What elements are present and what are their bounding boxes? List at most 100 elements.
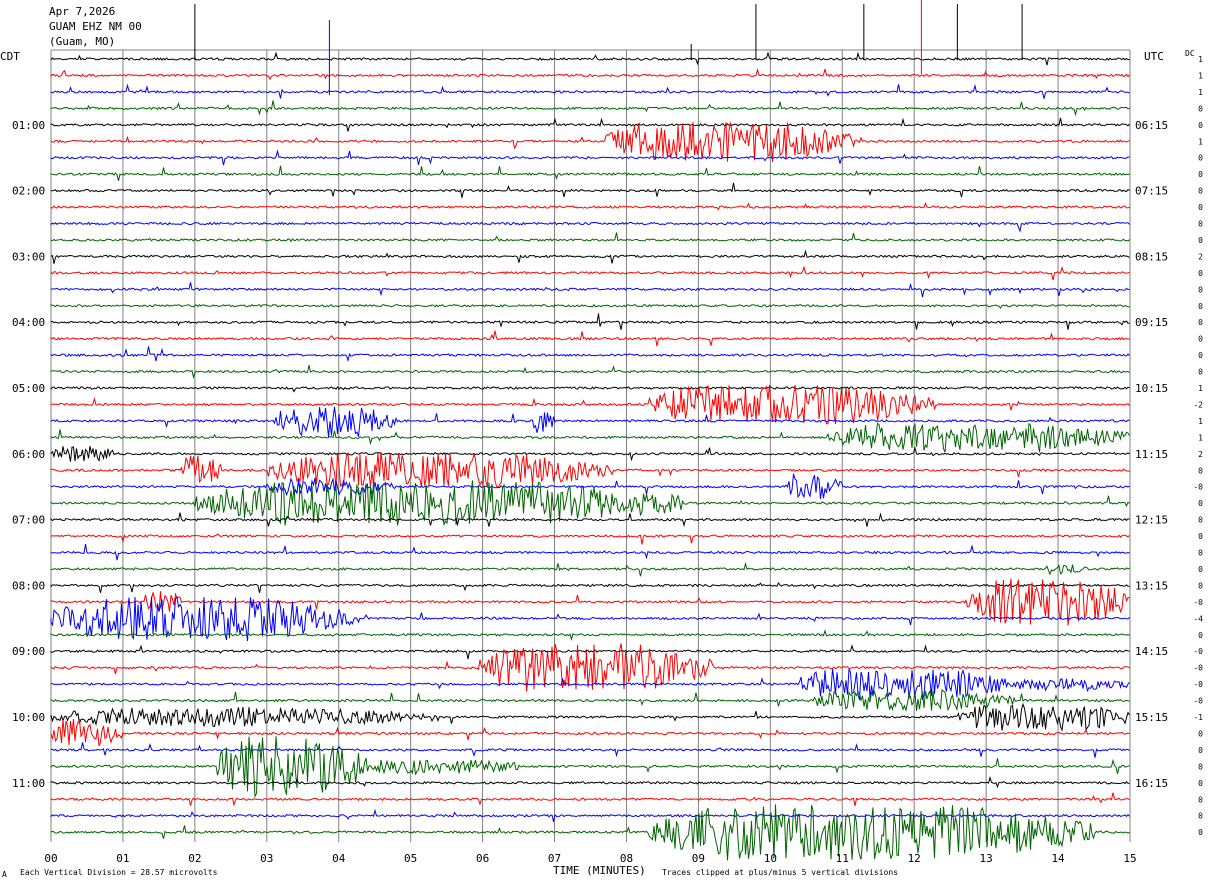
dc-offset-labels: 1 1 1 0 0 1 0 0 0 0 0 0 2 0 0 0 0 0 0 0 1 -2 1 1 2 0 -0 0 0 0 0 0 0 -0 -4 0…	[1193, 55, 1203, 837]
left-hour-label: 08:00	[12, 579, 45, 592]
left-hour-label: 09:00	[12, 645, 45, 658]
right-timezone-label: UTC	[1144, 50, 1164, 63]
x-axis-label: TIME (MINUTES)	[553, 864, 646, 877]
trace-blue	[50, 742, 1130, 758]
trace-blue	[50, 282, 1130, 298]
header: Apr 7,2026 GUAM EHZ NM 00 (Guam, MO)	[49, 5, 142, 48]
dc-offset-value: -0	[1193, 598, 1203, 607]
dc-offset-value: 0	[1198, 351, 1203, 360]
left-hour-labels: 01:00 02:00 03:00 04:00 05:00 06:00 07:00 08:00…	[12, 119, 45, 790]
right-hour-label: 06:15	[1135, 119, 1168, 132]
trace-black	[50, 512, 1130, 528]
left-hour-label: 01:00	[12, 119, 45, 132]
dc-offset-value: 2	[1198, 252, 1203, 261]
dc-offset-value: 0	[1198, 220, 1203, 229]
trace-red	[50, 533, 1130, 545]
dc-offset-value: 1	[1198, 433, 1203, 442]
dc-offset-value: 0	[1198, 269, 1203, 278]
seismic-traces	[50, 51, 1130, 861]
dc-offset-value: 1	[1198, 384, 1203, 393]
left-hour-label: 06:00	[12, 448, 45, 461]
dc-offset-value: 0	[1198, 154, 1203, 163]
trace-green	[50, 303, 1130, 310]
dc-offset-value: 0	[1198, 203, 1203, 212]
dc-offset-value: 1	[1198, 417, 1203, 426]
dc-offset-value: 0	[1198, 318, 1203, 327]
dc-offset-value: -0	[1193, 680, 1203, 689]
dc-offset-value: 0	[1198, 828, 1203, 837]
dc-offset-value: 2	[1198, 450, 1203, 459]
trace-blue	[50, 149, 1130, 166]
dc-offset-value: 0	[1198, 565, 1203, 574]
dc-offset-value: -0	[1193, 647, 1203, 656]
trace-blue	[50, 407, 1130, 437]
left-hour-label: 11:00	[12, 777, 45, 790]
right-hour-label: 12:15	[1135, 514, 1168, 527]
dc-offset-value: 0	[1198, 762, 1203, 771]
trace-black	[50, 182, 1130, 198]
right-hour-label: 13:15	[1135, 579, 1168, 592]
trace-red	[50, 265, 1130, 281]
right-hour-label: 07:15	[1135, 185, 1168, 198]
dc-offset-value: 0	[1198, 285, 1203, 294]
trace-green	[50, 804, 1130, 861]
x-tick-label: 03	[260, 852, 273, 865]
x-tick-label: 05	[404, 852, 417, 865]
left-hour-label: 07:00	[12, 514, 45, 527]
dc-offset-value: 0	[1198, 581, 1203, 590]
dc-offset-value: 0	[1198, 795, 1203, 804]
trace-red	[50, 451, 1130, 489]
trace-black	[50, 644, 1130, 660]
footer-corner-mark: A	[2, 870, 7, 879]
trace-green	[50, 629, 1130, 642]
right-hour-label: 11:15	[1135, 448, 1168, 461]
trace-black	[50, 51, 1130, 66]
dc-offset-value: 0	[1198, 549, 1203, 558]
trace-black	[50, 445, 1130, 462]
right-hour-labels: 06:15 07:15 08:15 09:15 10:15 11:15 12:15 13:15…	[1135, 119, 1168, 790]
trace-green	[50, 100, 1130, 117]
trace-red	[50, 67, 1130, 81]
clipped-spikes	[194, 0, 1023, 95]
x-tick-label: 14	[1051, 852, 1065, 865]
trace-black	[50, 313, 1130, 330]
dc-offset-value: 0	[1198, 499, 1203, 508]
header-date: Apr 7,2026	[49, 5, 115, 18]
dc-offset-value: 0	[1198, 368, 1203, 377]
dc-offset-value: 1	[1198, 55, 1203, 64]
right-hour-label: 08:15	[1135, 250, 1168, 263]
trace-black	[50, 582, 1130, 593]
header-station: GUAM EHZ NM 00	[49, 20, 142, 33]
dc-offset-value: -1	[1193, 713, 1203, 722]
x-tick-label: 13	[980, 852, 993, 865]
x-tick-label: 06	[476, 852, 489, 865]
dc-offset-value: -0	[1193, 697, 1203, 706]
trace-black	[50, 775, 1130, 789]
right-hour-label: 14:15	[1135, 645, 1168, 658]
right-hour-label: 16:15	[1135, 777, 1168, 790]
dc-offset-value: 1	[1198, 88, 1203, 97]
dc-offset-value: 1	[1198, 71, 1203, 80]
dc-offset-value: -0	[1193, 664, 1203, 673]
trace-black	[50, 386, 1130, 393]
dc-offset-value: 0	[1198, 121, 1203, 130]
x-tick-label: 02	[188, 852, 201, 865]
dc-offset-value: 0	[1198, 631, 1203, 640]
dc-offset-value: 0	[1198, 302, 1203, 311]
dc-offset-value: 0	[1198, 746, 1203, 755]
left-hour-label: 04:00	[12, 316, 45, 329]
trace-green	[50, 165, 1130, 182]
x-tick-label: 04	[332, 852, 346, 865]
left-hour-label: 10:00	[12, 711, 45, 724]
dc-offset-value: 0	[1198, 170, 1203, 179]
trace-green	[50, 364, 1130, 380]
dc-offset-value: 0	[1198, 812, 1203, 821]
left-hour-label: 05:00	[12, 382, 45, 395]
right-hour-label: 09:15	[1135, 316, 1168, 329]
trace-blue	[50, 83, 1130, 99]
trace-black	[50, 249, 1130, 264]
dc-offset-value: 0	[1198, 466, 1203, 475]
trace-blue	[50, 544, 1130, 561]
dc-offset-value: 1	[1198, 137, 1203, 146]
x-tick-label: 09	[692, 852, 705, 865]
